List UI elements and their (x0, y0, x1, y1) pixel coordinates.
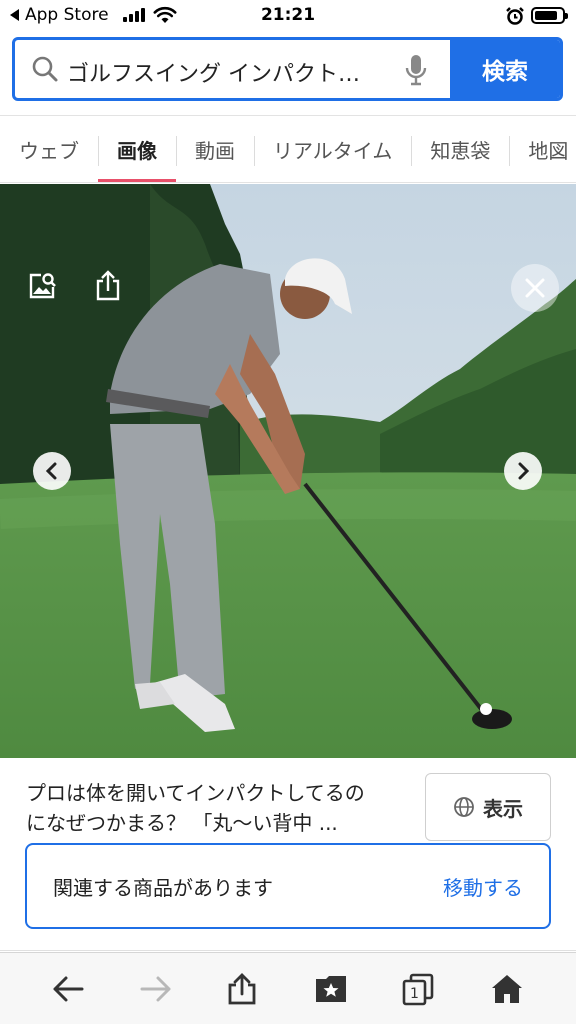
bookmarks-button[interactable] (313, 971, 349, 1007)
clock: 21:21 (260, 5, 316, 25)
tabs-icon: 1 (402, 973, 434, 1006)
divider (0, 950, 576, 951)
forward-button[interactable] (138, 971, 174, 1007)
tab-web[interactable]: ウェブ (0, 116, 98, 182)
tab-maps[interactable]: 地図 (509, 116, 576, 182)
back-button[interactable] (50, 971, 86, 1007)
tab-chiebukuro[interactable]: 知恵袋 (411, 116, 509, 182)
search-submit-button[interactable]: 検索 (450, 40, 560, 98)
back-arrow-icon (53, 976, 84, 1002)
home-icon (492, 975, 522, 1003)
home-button[interactable] (489, 971, 525, 1007)
search-query-text: ゴルフスイング インパクト… (67, 62, 360, 87)
tabs-button[interactable]: 1 (400, 971, 436, 1007)
search-type-tabs: ウェブ 画像 動画 リアルタイム 知恵袋 地図 (0, 115, 576, 183)
image-search-icon[interactable] (26, 270, 58, 302)
next-image-button[interactable] (504, 452, 542, 490)
forward-arrow-icon (140, 976, 171, 1002)
caption-line-1: プロは体を開いてインパクトしてるの (26, 781, 365, 805)
image-viewer[interactable] (0, 184, 576, 758)
golf-swing-photo (0, 184, 576, 758)
tab-realtime[interactable]: リアルタイム (254, 116, 411, 182)
share-icon[interactable] (92, 268, 124, 302)
battery-icon (531, 7, 568, 24)
tab-videos[interactable]: 動画 (176, 116, 254, 182)
close-button[interactable] (511, 264, 559, 312)
alarm-icon (506, 7, 524, 25)
image-caption[interactable]: プロは体を開いてインパクトしてるの になぜつかまる？ 「丸〜い背中 ... (26, 778, 406, 838)
share-icon (228, 973, 256, 1005)
search-icon (32, 56, 58, 82)
status-bar: App Store 21:21 (0, 0, 576, 32)
close-icon (525, 278, 545, 298)
microphone-icon[interactable] (403, 53, 429, 87)
show-source-button[interactable]: 表示 (425, 773, 551, 841)
related-products-text: 関連する商品があります (53, 875, 273, 900)
related-products-link[interactable]: 移動する (443, 872, 523, 901)
browser-toolbar: 1 (0, 952, 576, 1024)
globe-icon (454, 797, 474, 817)
search-input[interactable]: ゴルフスイング インパクト… (15, 40, 450, 98)
related-products-banner[interactable]: 関連する商品があります 移動する (25, 843, 551, 929)
search-bar: ゴルフスイング インパクト… 検索 (12, 37, 563, 101)
caption-line-2: になぜつかまる？ 「丸〜い背中 ... (26, 811, 338, 835)
chevron-left-icon (45, 462, 57, 480)
chevron-right-icon (518, 462, 530, 480)
tab-count: 1 (410, 986, 419, 1002)
share-button[interactable] (224, 971, 260, 1007)
previous-image-button[interactable] (33, 452, 71, 490)
bookmarks-icon (316, 976, 346, 1002)
show-source-label: 表示 (483, 796, 523, 821)
tab-images[interactable]: 画像 (98, 116, 176, 182)
